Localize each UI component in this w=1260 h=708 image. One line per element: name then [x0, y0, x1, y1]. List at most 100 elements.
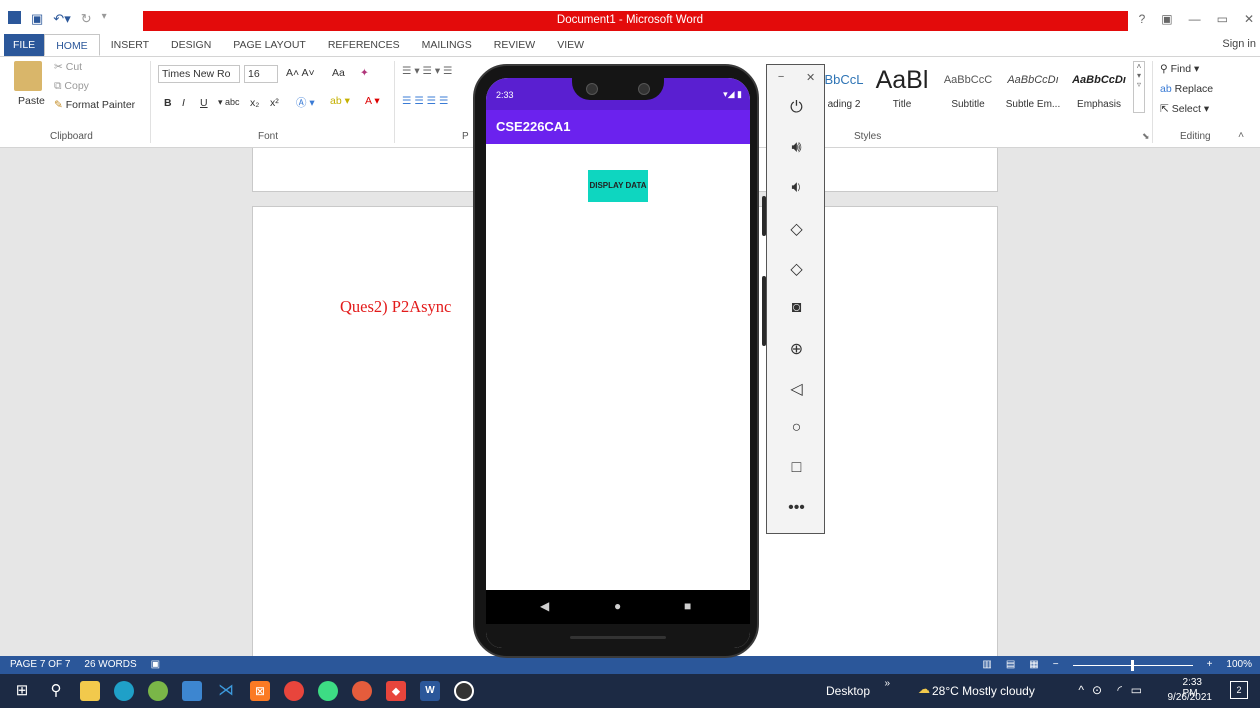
battery-icon[interactable]: ▭	[1131, 683, 1142, 697]
style-title[interactable]: AaBl Title	[870, 63, 934, 110]
bold-icon[interactable]: B	[164, 97, 172, 109]
word-taskbar-icon[interactable]: W	[420, 681, 440, 701]
notifications-button[interactable]: 2	[1230, 681, 1248, 699]
replace-button[interactable]: ab Replace	[1160, 83, 1213, 95]
print-layout-icon[interactable]: ▤	[1006, 656, 1015, 674]
app-icon[interactable]	[182, 681, 202, 701]
desktop-toolbar[interactable]: Desktop	[826, 684, 876, 698]
zoom-out-icon[interactable]: −	[1053, 656, 1059, 674]
bullets-icon[interactable]: ☰ ▾ ☰ ▾ ☰	[402, 65, 452, 77]
copy-button[interactable]: ⧉ Copy	[54, 80, 89, 93]
font-name-select[interactable]: Times New Ro	[158, 65, 240, 83]
sign-in-link[interactable]: Sign in	[1222, 38, 1256, 50]
display-data-button[interactable]: DISPLAY DATA	[588, 170, 648, 202]
word-count[interactable]: 26 WORDS	[84, 656, 136, 674]
tab-review[interactable]: REVIEW	[483, 34, 546, 56]
zoom-in-icon[interactable]: +	[1207, 656, 1213, 674]
cut-button[interactable]: ✂ Cut	[54, 61, 82, 73]
zoom-slider-thumb[interactable]	[1130, 659, 1134, 671]
strikethrough-icon[interactable]: ▾ abc	[218, 97, 240, 108]
highlight-icon[interactable]: ab ▾	[330, 95, 350, 107]
find-button[interactable]: ⚲ Find ▾	[1160, 63, 1199, 75]
tab-page-layout[interactable]: PAGE LAYOUT	[222, 34, 317, 56]
phone-screen[interactable]: 2:33 ▾◢ ▮ CSE226CA1 DISPLAY DATA ◀ ● ■	[486, 78, 750, 648]
rotate-left-icon[interactable]: ◇	[767, 219, 826, 239]
search-icon[interactable]: ⚲	[46, 681, 66, 701]
home-icon[interactable]: ○	[767, 419, 826, 437]
tab-design[interactable]: DESIGN	[160, 34, 222, 56]
weather-text[interactable]: 28°C Mostly cloudy	[932, 684, 1060, 698]
superscript-icon[interactable]: x²	[270, 97, 279, 109]
web-layout-icon[interactable]: ▦	[1029, 656, 1038, 674]
subscript-icon[interactable]: x₂	[250, 97, 259, 109]
paste-icon[interactable]	[14, 61, 42, 91]
emulator-icon[interactable]	[454, 681, 474, 701]
underline-icon[interactable]: U	[200, 97, 208, 109]
tab-home[interactable]: HOME	[44, 34, 100, 56]
tray-expand-icon[interactable]: ^	[1078, 683, 1084, 697]
close-icon[interactable]: ✕	[1244, 12, 1254, 26]
page-count[interactable]: PAGE 7 OF 7	[10, 656, 70, 674]
proofing-icon[interactable]: ▣	[151, 656, 160, 674]
chrome-icon[interactable]	[284, 681, 304, 701]
format-painter-button[interactable]: ✎ Format Painter	[54, 99, 135, 111]
read-mode-icon[interactable]: ▥	[982, 656, 991, 674]
text-effects-icon[interactable]: Ⓐ ▾	[296, 95, 315, 110]
home-icon[interactable]: ●	[614, 599, 621, 613]
anydesk-icon[interactable]: ⬥	[386, 681, 406, 701]
document-text[interactable]: Ques2) P2Async	[340, 297, 451, 317]
back-icon[interactable]: ◀	[540, 599, 549, 613]
more-icon[interactable]: •••	[767, 499, 826, 517]
zoom-slider[interactable]	[1072, 659, 1193, 671]
change-case-button[interactable]: Aa	[332, 67, 345, 79]
tab-mailings[interactable]: MAILINGS	[411, 34, 483, 56]
style-subtitle[interactable]: AaBbCcC Subtitle	[938, 63, 998, 110]
font-size-select[interactable]: 16	[244, 65, 278, 83]
styles-launcher-icon[interactable]: ⬊	[1142, 131, 1150, 142]
zoom-icon[interactable]: ⊕	[767, 339, 826, 359]
overview-icon[interactable]: □	[767, 459, 826, 477]
minimize-icon[interactable]: —	[1189, 12, 1201, 26]
collapse-ribbon-icon[interactable]: ˄	[1238, 129, 1244, 141]
recents-icon[interactable]: ■	[684, 599, 691, 613]
volume-down-icon[interactable]: 🔉︎	[767, 179, 826, 197]
clock-date[interactable]: 9/26/2021	[1168, 692, 1213, 703]
tab-insert[interactable]: INSERT	[100, 34, 160, 56]
style-heading-2[interactable]: BbCcL ading 2	[822, 63, 866, 110]
wifi-icon[interactable]: ◜	[1117, 683, 1122, 697]
paste-button[interactable]: Paste	[18, 95, 45, 107]
vscode-icon[interactable]: ⋊	[216, 681, 236, 701]
zoom-level[interactable]: 100%	[1226, 656, 1252, 674]
back-icon[interactable]: ◁	[767, 379, 826, 399]
style-subtle-emphasis[interactable]: AaBbCcDı Subtle Em...	[1002, 63, 1064, 110]
font-color-icon[interactable]: A ▾	[365, 95, 380, 107]
rotate-right-icon[interactable]: ◇	[767, 259, 826, 279]
emulator-close-icon[interactable]: ✕	[806, 71, 815, 84]
file-explorer-icon[interactable]	[80, 681, 100, 701]
grow-font-icon[interactable]: A˄ A˅	[286, 67, 315, 79]
restore-icon[interactable]: ▭	[1217, 12, 1228, 26]
clear-formatting-icon[interactable]: ✦	[360, 67, 369, 79]
paint-icon[interactable]	[148, 681, 168, 701]
select-button[interactable]: ⇱ Select ▾	[1160, 103, 1209, 115]
android-clock: 2:33	[496, 90, 514, 100]
browser-icon[interactable]	[352, 681, 372, 701]
volume-up-icon[interactable]: 🔊︎	[767, 139, 826, 157]
edge-icon[interactable]	[114, 681, 134, 701]
xampp-icon[interactable]: ⊠	[250, 681, 270, 701]
style-emphasis[interactable]: AaBbCcDı Emphasis	[1068, 63, 1130, 110]
styles-scroll[interactable]: ˄ ▾ ▿	[1133, 61, 1145, 113]
camera-icon[interactable]: ◙	[767, 299, 826, 317]
ribbon-display-icon[interactable]: ▣	[1161, 12, 1172, 26]
help-icon[interactable]: ?	[1139, 12, 1146, 26]
emulator-minimize-icon[interactable]: −	[778, 71, 784, 84]
windows-start-icon[interactable]: ⊞	[12, 681, 32, 701]
tab-references[interactable]: REFERENCES	[317, 34, 411, 56]
android-studio-icon[interactable]	[318, 681, 338, 701]
tab-file[interactable]: FILE	[4, 34, 45, 56]
toolbar-expand-icon[interactable]: »	[884, 678, 890, 689]
tab-view[interactable]: VIEW	[546, 34, 595, 56]
italic-icon[interactable]: I	[182, 97, 185, 109]
align-icon[interactable]: ☰ ☰ ☰ ☰	[402, 95, 448, 107]
power-icon[interactable]: ⏻	[767, 99, 826, 117]
